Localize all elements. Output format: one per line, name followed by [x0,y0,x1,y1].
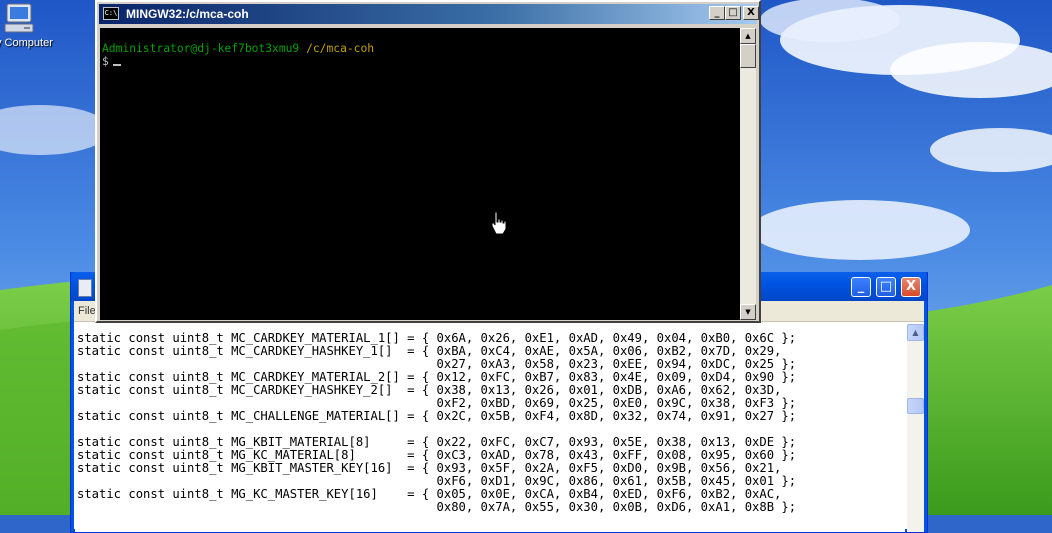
scroll-down-arrow-icon[interactable]: ▼ [740,304,756,320]
editor-close-button[interactable]: X [901,277,921,297]
scroll-up-arrow-icon[interactable]: ▲ [907,324,924,341]
editor-text-area[interactable]: static const uint8_t MC_CARDKEY_MATERIAL… [75,324,905,532]
editor-scroll-thumb[interactable] [907,398,924,414]
menu-file[interactable]: File [78,305,96,317]
editor-minimize-button[interactable]: _ [851,277,871,297]
console-icon: C:\ [103,7,119,20]
code-line: static const uint8_t MC_CHALLENGE_MATERI… [77,409,797,423]
code-line: 0x80, 0x7A, 0x55, 0x30, 0x0B, 0xD6, 0xA1… [77,500,797,514]
code-content: static const uint8_t MC_CARDKEY_MATERIAL… [75,324,905,514]
input-line[interactable]: $ [102,55,740,68]
scroll-up-arrow-icon[interactable]: ▲ [740,28,756,44]
terminal-close-button[interactable]: X [743,6,759,20]
my-computer-icon [4,3,34,33]
terminal-vertical-scrollbar[interactable]: ▲ ▼ [740,28,756,320]
terminal-window[interactable]: C:\ MINGW32:/c/mca-coh _ □ X Administrat… [95,0,761,323]
desktop-icon-label: y Computer [0,37,53,49]
document-icon [78,279,92,297]
terminal-title: MINGW32:/c/mca-coh [126,7,249,21]
terminal-scroll-thumb[interactable] [740,44,756,68]
terminal-titlebar[interactable]: C:\ MINGW32:/c/mca-coh _ □ X [99,4,759,24]
prompt-line: Administrator@dj-kef7bot3xmu9 /c/mca-coh [102,42,740,55]
hand-pointer-icon [491,211,507,235]
console-output[interactable]: Administrator@dj-kef7bot3xmu9 /c/mca-coh… [100,28,740,320]
editor-maximize-button[interactable]: □ [876,277,896,297]
terminal-minimize-button[interactable]: _ [709,6,725,20]
text-cursor [112,64,121,66]
editor-vertical-scrollbar[interactable]: ▲ [907,324,924,532]
terminal-maximize-button[interactable]: □ [725,6,741,20]
user-host: Administrator@dj-kef7bot3xmu9 [102,42,300,55]
prompt-symbol: $ [102,55,109,68]
current-path: /c/mca-coh [306,42,375,55]
